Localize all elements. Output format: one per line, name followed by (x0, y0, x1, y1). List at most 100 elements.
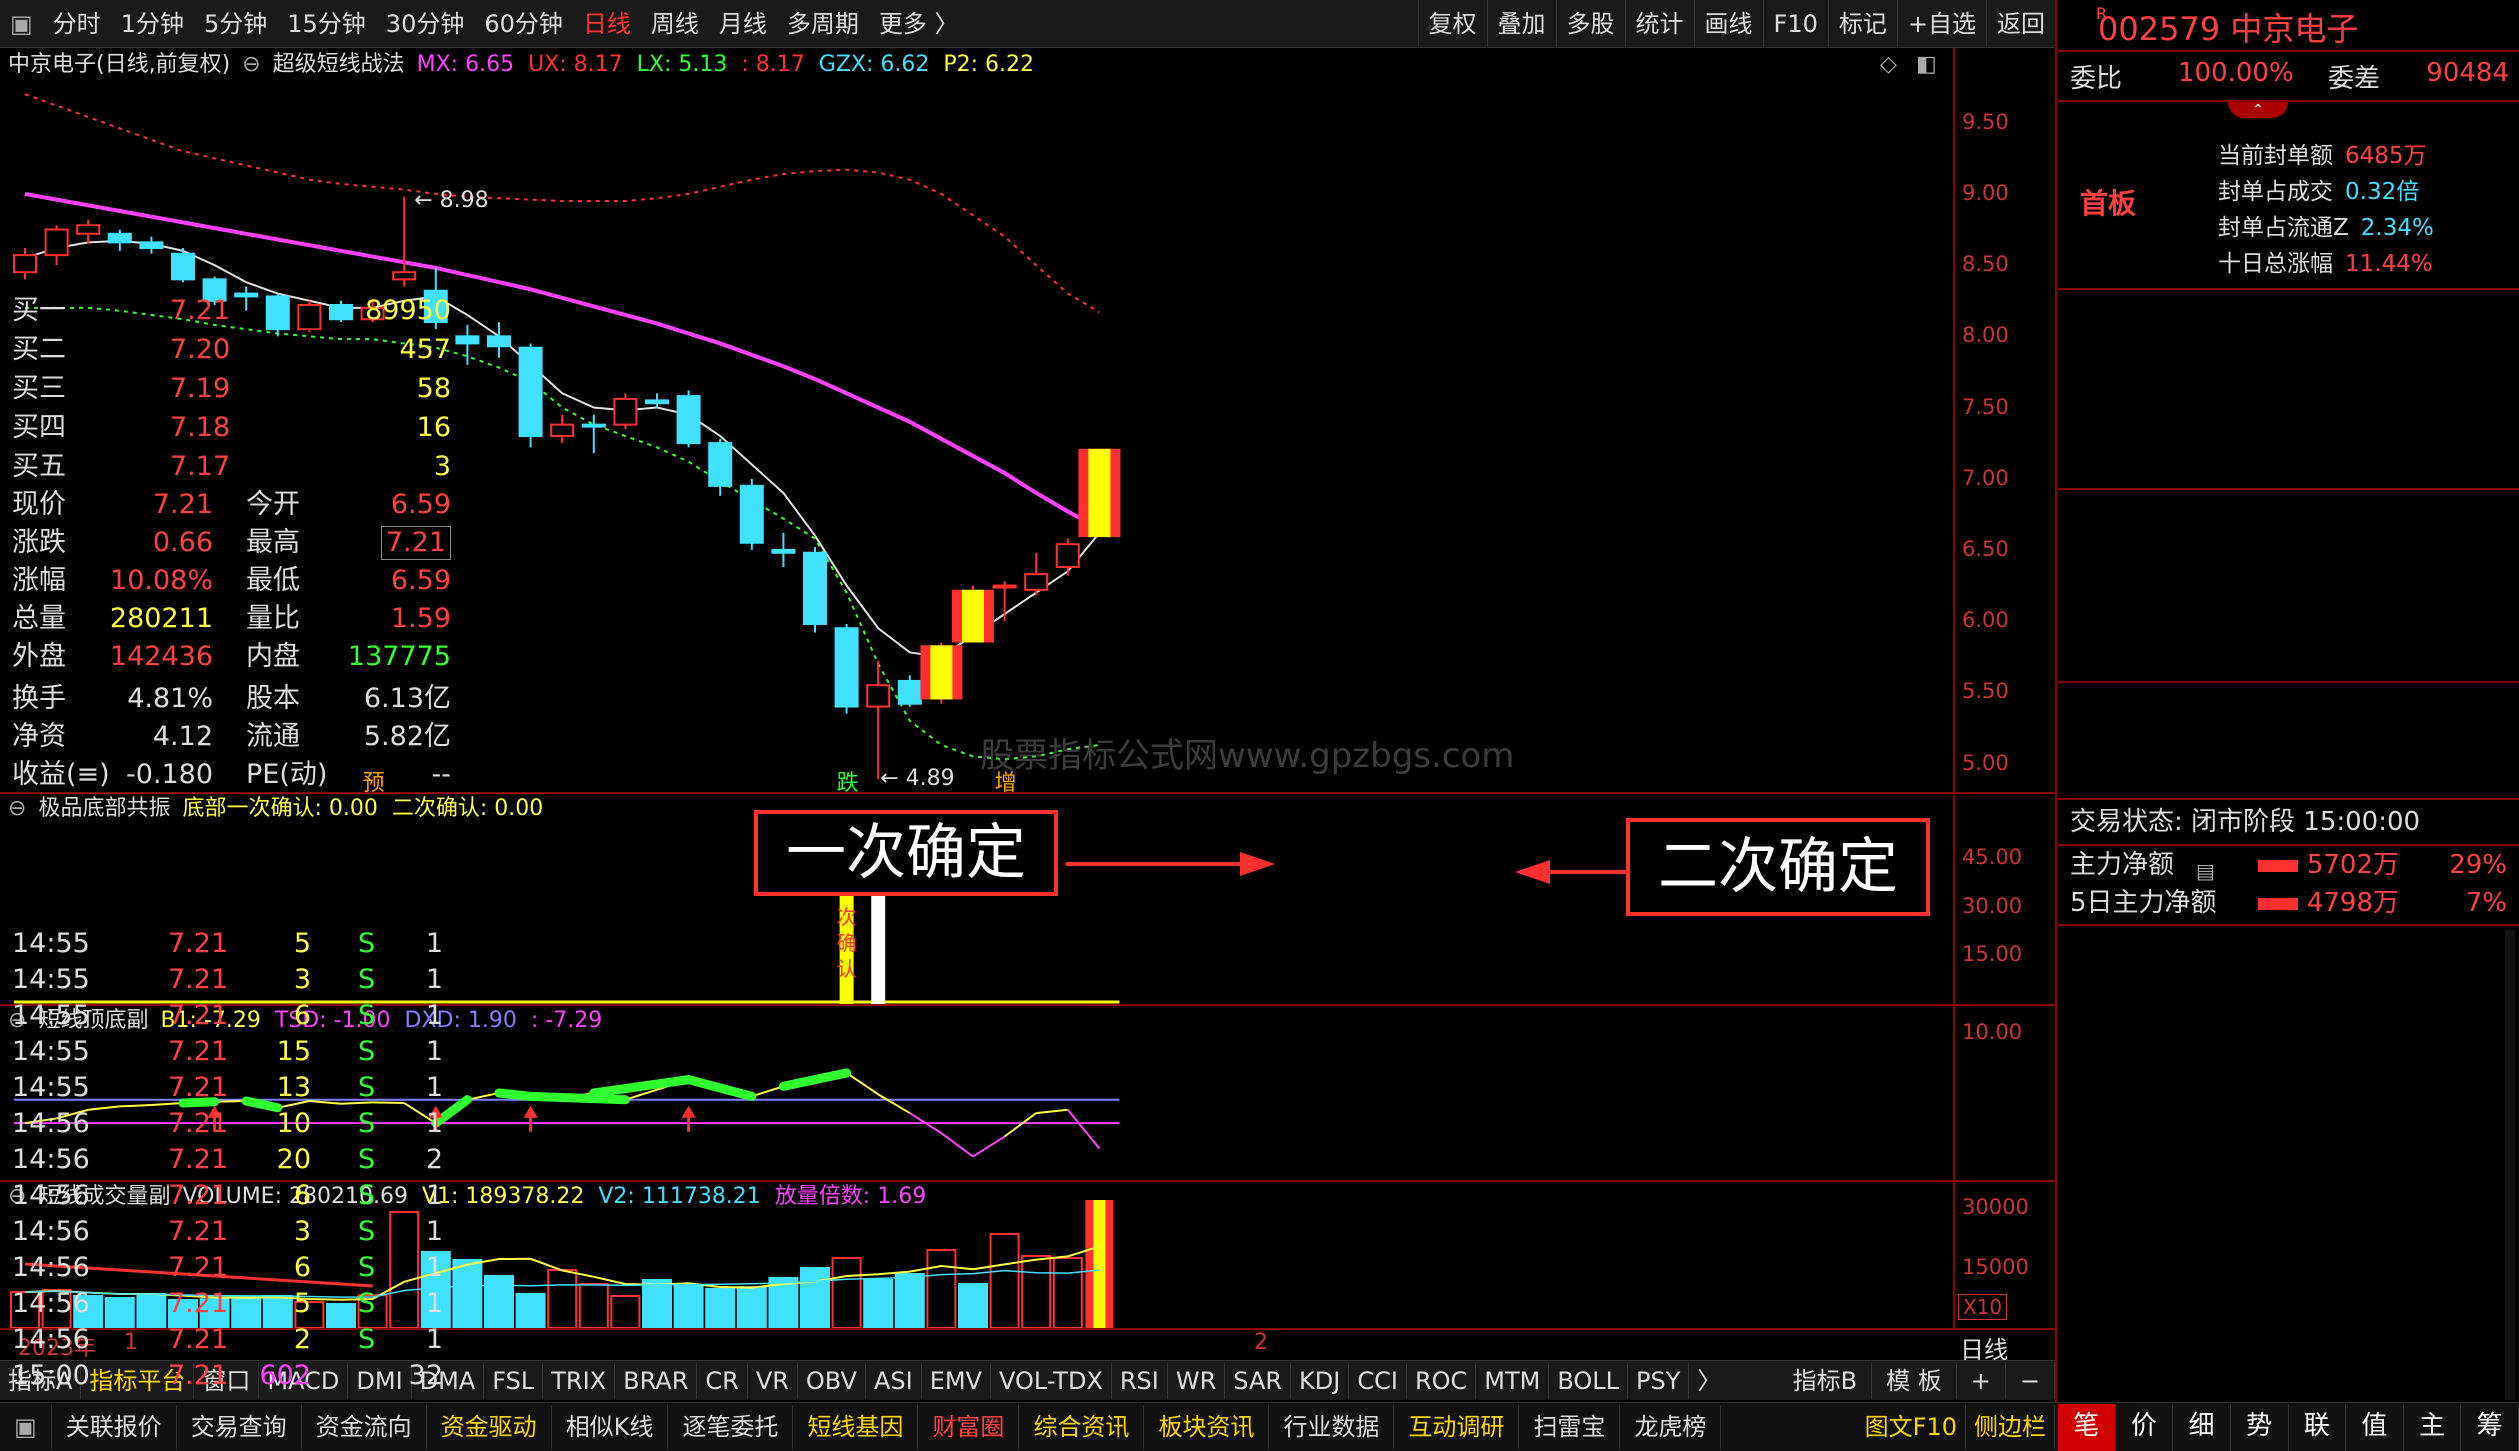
function-tab[interactable]: 关联报价 (52, 1405, 177, 1449)
indicator-tab[interactable]: TRIX (543, 1362, 616, 1399)
period-tab[interactable]: 日线 (573, 0, 641, 48)
toolbar-button[interactable]: F10 (1762, 0, 1828, 48)
indicator-tool-button[interactable]: 指标B (1779, 1362, 1873, 1399)
function-tab[interactable]: 短线基因 (793, 1405, 919, 1449)
tick-count: 1 (425, 928, 443, 959)
volume-bar (736, 1286, 767, 1328)
function-tab[interactable]: 侧边栏 (1966, 1405, 2055, 1449)
tick-row: 14:55 7.21 3 S 1 (0, 962, 461, 998)
side-tab[interactable]: 笔 (2058, 1404, 2116, 1451)
indicator-tab[interactable]: ASI (866, 1362, 922, 1399)
stat-value: 142436 (109, 641, 213, 672)
menu-icon[interactable]: ▣ (0, 1405, 52, 1449)
function-tab[interactable]: 行业数据 (1269, 1405, 1395, 1449)
function-tab[interactable]: 逐笔委托 (668, 1405, 794, 1449)
stat-value: -0.180 (125, 759, 213, 790)
stat-label: 流通 (246, 721, 300, 752)
candle-body (44, 228, 69, 257)
bid-label: 买四 (12, 412, 66, 443)
indicator-tool-button[interactable]: 模 板 (1872, 1362, 1957, 1399)
more-tabs-icon[interactable]: 〉 (1689, 1363, 1729, 1399)
indicator-tab[interactable]: CR (697, 1362, 748, 1399)
period-tab[interactable]: 分时 (43, 0, 111, 48)
function-tab[interactable]: 扫雷宝 (1519, 1405, 1621, 1449)
indicator-tab[interactable]: RSI (1112, 1362, 1168, 1399)
side-tab[interactable]: 价 (2116, 1404, 2174, 1451)
stat-value: 6.13亿 (363, 683, 451, 714)
seal-value: 6485万 (2345, 143, 2427, 169)
toolbar-button[interactable]: +自选 (1896, 0, 1986, 48)
side-tab[interactable]: 主 (2404, 1404, 2462, 1451)
indicator-tab[interactable]: KDJ (1291, 1362, 1350, 1399)
indicator-tool-button[interactable]: − (2006, 1362, 2055, 1399)
period-tab[interactable]: 15分钟 (277, 0, 376, 48)
function-tab[interactable]: 资金流向 (302, 1405, 427, 1449)
stat-value: 280211 (109, 603, 213, 634)
period-tab[interactable]: 周线 (641, 0, 709, 48)
period-tab[interactable]: 30分钟 (376, 0, 475, 48)
toolbar-button[interactable]: 叠加 (1486, 0, 1556, 48)
tick-scrollbar[interactable] (2505, 930, 2515, 1400)
side-tab[interactable]: 势 (2231, 1404, 2289, 1451)
indicator-settings-icon[interactable]: ⊖ (242, 50, 260, 80)
indicator-tab[interactable]: ROC (1407, 1362, 1477, 1399)
bid-row: 买四 7.18 16 (0, 409, 461, 447)
stat-row: 收益(≡) -0.180 PE(动) -- (0, 756, 461, 794)
volume-bar (926, 1249, 957, 1328)
stat-value: 4.81% (127, 683, 213, 714)
toolbar-button[interactable]: 画线 (1693, 0, 1763, 48)
function-tab[interactable]: 综合资讯 (1019, 1405, 1145, 1449)
indicator-tab[interactable]: BOLL (1549, 1362, 1629, 1399)
function-tab[interactable]: 相似K线 (552, 1405, 669, 1449)
seal-label: 当前封单额 (2218, 143, 2333, 169)
side-tab[interactable]: 筹 (2461, 1404, 2519, 1451)
side-tab[interactable]: 值 (2346, 1404, 2404, 1451)
period-tab[interactable]: 5分钟 (194, 0, 277, 48)
toolbar-button[interactable]: 多股 (1555, 0, 1625, 48)
toolbar-button[interactable]: 标记 (1827, 0, 1897, 48)
indicator-tab[interactable]: SAR (1225, 1362, 1292, 1399)
function-tab[interactable]: 财富圈 (918, 1405, 1020, 1449)
toolbar-button[interactable]: 复权 (1417, 0, 1487, 48)
indicator-tab[interactable]: VR (748, 1362, 798, 1399)
function-tab[interactable]: 板块资讯 (1144, 1405, 1270, 1449)
indicator-tab[interactable]: EMV (922, 1362, 991, 1399)
function-tab[interactable]: 图文F10 (1857, 1405, 1966, 1449)
indicator-tab[interactable]: VOL-TDX (991, 1362, 1112, 1399)
indicator-tab[interactable]: OBV (798, 1362, 866, 1399)
bid-price: 7.20 (170, 334, 231, 365)
stat-label: 股本 (246, 683, 300, 714)
function-tab[interactable]: 交易查询 (177, 1405, 302, 1449)
stat-label: 净资 (12, 721, 66, 752)
menu-icon[interactable]: ▣ (0, 0, 43, 48)
side-tab[interactable]: 联 (2289, 1404, 2347, 1451)
indicator-tab[interactable]: PSY (1628, 1362, 1690, 1399)
function-tab[interactable]: 龙虎榜 (1620, 1405, 1722, 1449)
period-tab[interactable]: 1分钟 (111, 0, 194, 48)
period-tab[interactable]: 更多 〉 (869, 0, 969, 48)
period-tab[interactable]: 60分钟 (474, 0, 573, 48)
indicator-tab[interactable]: WR (1168, 1362, 1226, 1399)
function-tab[interactable]: 互动调研 (1394, 1405, 1520, 1449)
side-tab[interactable]: 细 (2173, 1404, 2231, 1451)
collapse-icon[interactable]: ⌃ (2228, 102, 2288, 118)
candle (834, 623, 859, 714)
candle-body (1055, 543, 1080, 569)
candle-body (771, 548, 796, 554)
diamond-icon[interactable]: ◇ (1880, 52, 1897, 77)
indicator-settings-icon[interactable]: ⊖ (8, 794, 26, 824)
period-tab[interactable]: 月线 (709, 0, 777, 48)
panel-toggle-icon[interactable]: ◧ (1916, 52, 1937, 77)
indicator-tab[interactable]: BRAR (615, 1362, 698, 1399)
indicator-tab[interactable]: MTM (1476, 1362, 1550, 1399)
period-tab[interactable]: 多周期 (777, 0, 869, 48)
indicator-tab[interactable]: FSL (484, 1362, 544, 1399)
indicator-tab[interactable]: CCI (1349, 1362, 1407, 1399)
tick-time: 14:56 (12, 1144, 90, 1175)
y-axis-label: 10.00 (1962, 1019, 2023, 1044)
toolbar-button[interactable]: 统计 (1624, 0, 1694, 48)
function-tab[interactable]: 资金驱动 (427, 1405, 552, 1449)
toolbar-button[interactable]: 返回 (1986, 0, 2055, 48)
indicator-tool-button[interactable]: + (1957, 1362, 2006, 1399)
candle-body (897, 679, 922, 705)
